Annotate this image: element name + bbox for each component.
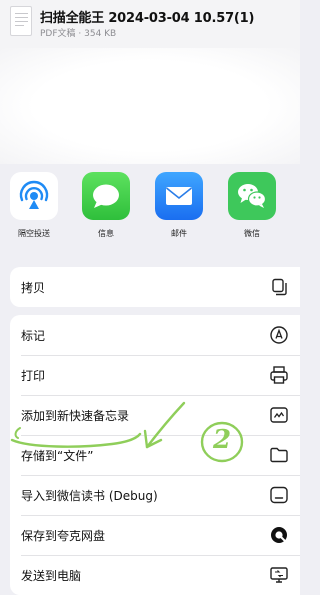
annotation-number: 2 (212, 425, 232, 455)
obscured-preview-area (0, 48, 300, 164)
action-label: 存储到“文件” (21, 448, 94, 463)
weread-icon (270, 486, 288, 504)
share-app-row: 隔空投送 信息 邮件 微信 (0, 172, 300, 244)
share-app-airdrop[interactable]: 隔空投送 (5, 172, 63, 239)
wechat-icon (228, 172, 276, 220)
share-app-label: 邮件 (171, 229, 187, 238)
actions-group: 标记 打印 添加到新快速备忘录 存储到“文件” 导入到微信读书 (Debug) (10, 315, 300, 595)
quark-icon (271, 527, 287, 543)
folder-icon (270, 447, 288, 463)
share-app-label: 微信 (244, 229, 260, 238)
action-copy[interactable]: 拷贝 (10, 267, 300, 307)
action-label: 发送到电脑 (21, 568, 82, 583)
action-save-to-files[interactable]: 存储到“文件” (10, 435, 300, 475)
copy-action-group: 拷贝 (10, 267, 300, 307)
share-app-mail[interactable]: 邮件 (150, 172, 208, 239)
airdrop-icon (10, 172, 58, 220)
quick-note-icon (270, 407, 288, 423)
action-label: 拷贝 (21, 280, 46, 295)
action-import-weread[interactable]: 导入到微信读书 (Debug) (10, 475, 300, 515)
markup-icon (270, 326, 288, 344)
action-send-to-pc[interactable]: 发送到电脑 (10, 555, 300, 595)
printer-icon (270, 366, 288, 384)
send-to-pc-icon (270, 567, 288, 583)
action-markup[interactable]: 标记 (10, 315, 300, 355)
action-save-quark[interactable]: 保存到夸克网盘 (10, 515, 300, 555)
action-label: 标记 (21, 328, 46, 343)
copy-icon (272, 278, 287, 296)
document-thumbnail (10, 6, 32, 36)
document-subtitle: PDF文稿 · 354 KB (40, 29, 117, 39)
action-label: 添加到新快速备忘录 (21, 408, 130, 423)
share-app-messages[interactable]: 信息 (77, 172, 135, 239)
action-print[interactable]: 打印 (10, 355, 300, 395)
share-app-wechat[interactable]: 微信 (223, 172, 281, 239)
document-title: 扫描全能王 2024-03-04 10.57(1) (40, 11, 255, 26)
action-label: 导入到微信读书 (Debug) (21, 488, 158, 503)
messages-icon (82, 172, 130, 220)
share-app-label: 隔空投送 (18, 229, 50, 238)
share-sheet-header: 扫描全能王 2024-03-04 10.57(1) PDF文稿 · 354 KB (0, 0, 300, 48)
action-label: 打印 (21, 368, 46, 383)
share-app-label: 信息 (98, 229, 114, 238)
action-quick-note[interactable]: 添加到新快速备忘录 (10, 395, 300, 435)
action-label: 保存到夸克网盘 (21, 528, 106, 543)
mail-icon (155, 172, 203, 220)
